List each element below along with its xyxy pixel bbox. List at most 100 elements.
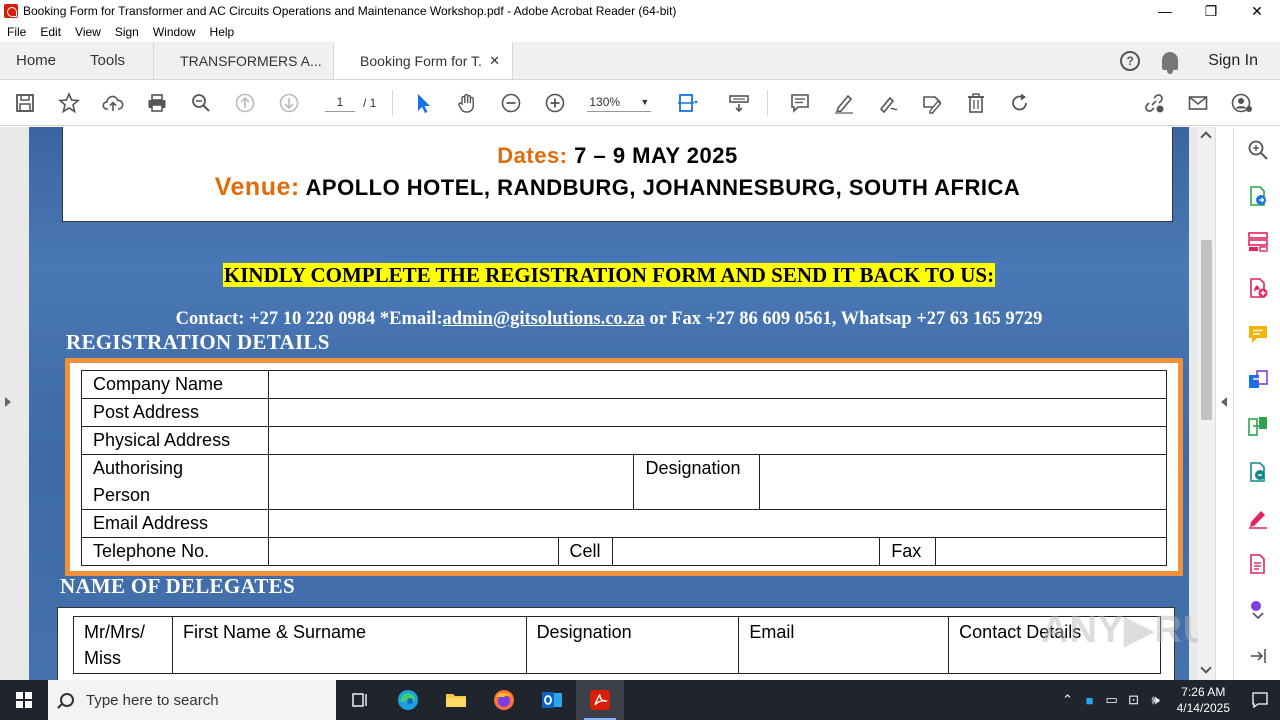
scrollbar-thumb[interactable] xyxy=(1201,240,1212,420)
upload-cloud-icon[interactable] xyxy=(91,80,135,126)
notification-center-button[interactable] xyxy=(1240,680,1280,720)
menu-view[interactable]: View xyxy=(68,25,108,39)
organize-pages-icon[interactable] xyxy=(1247,231,1269,253)
cell-field[interactable] xyxy=(611,537,881,566)
show-hidden-icons-chevron-icon[interactable]: ⌃ xyxy=(1057,692,1079,708)
email-envelope-icon[interactable] xyxy=(1176,80,1220,126)
company-name-field[interactable] xyxy=(267,370,1168,399)
tab-tools[interactable]: Tools xyxy=(72,42,153,79)
sign-in-link[interactable]: Sign In xyxy=(1208,52,1258,70)
right-panel-toggle[interactable] xyxy=(1215,127,1233,680)
zoom-in-icon[interactable] xyxy=(533,80,577,126)
menu-sign[interactable]: Sign xyxy=(108,25,146,39)
help-icon[interactable]: ? xyxy=(1120,50,1141,71)
firefox-icon xyxy=(494,690,514,710)
menu-file[interactable]: File xyxy=(0,25,33,39)
search-zoom-tool-icon[interactable] xyxy=(1247,139,1269,161)
volume-speaker-icon[interactable]: 🕪 xyxy=(1145,692,1167,708)
edge-browser-button[interactable] xyxy=(384,680,432,720)
cell-label: Cell xyxy=(557,537,613,566)
taskbar-clock[interactable]: 7:26 AM 4/14/2025 xyxy=(1177,684,1230,716)
zoom-level-dropdown[interactable]: 130% ▼ xyxy=(587,93,652,112)
acrobat-taskbar-button[interactable] xyxy=(576,680,624,720)
maximize-button[interactable]: ❐ xyxy=(1188,0,1234,22)
highlight-pen-icon[interactable] xyxy=(822,80,866,126)
close-window-button[interactable]: ✕ xyxy=(1234,0,1280,22)
network-icon[interactable]: ⊡ xyxy=(1123,692,1145,708)
create-pdf-icon[interactable] xyxy=(1247,277,1269,299)
post-address-label: Post Address xyxy=(81,398,269,427)
contact-email-link[interactable]: admin@gitsolutions.co.za xyxy=(443,309,645,329)
task-view-button[interactable] xyxy=(336,680,384,720)
email-address-field[interactable] xyxy=(267,509,1168,538)
designation-field[interactable] xyxy=(759,454,1167,510)
select-cursor-icon[interactable] xyxy=(401,80,445,126)
rotate-icon[interactable] xyxy=(998,80,1042,126)
authorising-label-line2: Person xyxy=(93,485,151,505)
fill-sign-icon[interactable] xyxy=(1247,507,1269,529)
more-tools-icon[interactable] xyxy=(1247,597,1269,619)
document-viewport[interactable]: Dates: 7 – 9 MAY 2025 Venue: APOLLO HOTE… xyxy=(20,127,1198,680)
close-tab-icon[interactable]: ✕ xyxy=(489,53,500,69)
page-number-input[interactable]: 1 xyxy=(325,93,355,112)
print-icon[interactable] xyxy=(135,80,179,126)
scroll-mode-icon[interactable] xyxy=(717,80,761,126)
toolbar-divider xyxy=(392,89,394,116)
page-total: / 1 xyxy=(363,95,377,110)
tab-home[interactable]: Home xyxy=(0,42,72,79)
menu-edit[interactable]: Edit xyxy=(33,25,68,39)
menu-help[interactable]: Help xyxy=(203,25,242,39)
instruction-banner: KINDLY COMPLETE THE REGISTRATION FORM AN… xyxy=(29,263,1189,288)
hand-tool-icon[interactable] xyxy=(445,80,489,126)
firefox-button[interactable] xyxy=(480,680,528,720)
scroll-up-arrow-icon[interactable] xyxy=(1200,131,1212,143)
collapse-pane-icon[interactable] xyxy=(1247,645,1269,667)
comment-icon[interactable] xyxy=(778,80,822,126)
clock-time: 7:26 AM xyxy=(1181,685,1226,699)
notification-bell-icon[interactable] xyxy=(1162,51,1179,74)
export-pdf-icon[interactable] xyxy=(1247,185,1269,207)
contact-suffix: or Fax +27 86 609 0561, Whatsap +27 63 1… xyxy=(644,309,1043,329)
registration-form-box: Company Name Post Address Physical Addre… xyxy=(65,358,1183,576)
zoom-search-icon[interactable] xyxy=(179,80,223,126)
zoom-out-icon[interactable] xyxy=(489,80,533,126)
network-device-icon[interactable]: ▭ xyxy=(1101,692,1123,708)
title-bar: Booking Form for Transformer and AC Circ… xyxy=(0,0,1280,22)
fax-field[interactable] xyxy=(935,537,1167,566)
outlook-tray-icon[interactable]: ■ xyxy=(1079,693,1101,708)
taskbar-search-box[interactable]: Type here to search xyxy=(48,680,336,720)
telephone-field[interactable] xyxy=(267,537,559,566)
tab-transformers-doc[interactable]: TRANSFORMERS A... xyxy=(153,42,333,79)
share-link-icon[interactable] xyxy=(1132,80,1176,126)
physical-address-field[interactable] xyxy=(267,426,1168,455)
scroll-down-arrow-icon[interactable] xyxy=(1200,662,1212,674)
previous-page-icon[interactable] xyxy=(223,80,267,126)
menu-window[interactable]: Window xyxy=(146,25,203,39)
compress-pdf-icon[interactable] xyxy=(1247,415,1269,437)
scan-ocr-icon[interactable] xyxy=(1247,461,1269,483)
notification-icon xyxy=(1252,692,1268,709)
bookmark-star-icon[interactable] xyxy=(47,80,91,126)
comment-tool-icon[interactable] xyxy=(1247,323,1269,345)
vertical-scrollbar[interactable] xyxy=(1198,127,1215,680)
start-button[interactable] xyxy=(0,680,48,720)
fit-page-icon[interactable] xyxy=(669,80,705,126)
outlook-button[interactable] xyxy=(528,680,576,720)
tab-booking-form-doc[interactable]: Booking Form for T... ✕ xyxy=(333,42,514,79)
edit-pdf-icon[interactable] xyxy=(1247,553,1269,575)
file-explorer-button[interactable] xyxy=(432,680,480,720)
minimize-button[interactable]: — xyxy=(1142,0,1188,22)
left-panel-toggle[interactable] xyxy=(0,127,20,680)
contact-prefix: Contact: +27 10 220 0984 *Email: xyxy=(175,309,443,329)
user-account-icon[interactable] xyxy=(1220,80,1264,126)
edge-icon xyxy=(398,690,418,710)
post-address-field[interactable] xyxy=(267,398,1168,427)
next-page-icon[interactable] xyxy=(267,80,311,126)
edit-text-icon[interactable] xyxy=(910,80,954,126)
authorising-person-field[interactable] xyxy=(267,454,635,510)
anyrun-watermark-logo: ANY▶RUN xyxy=(1041,609,1198,651)
draw-signature-icon[interactable] xyxy=(866,80,910,126)
delete-trash-icon[interactable] xyxy=(954,80,998,126)
combine-files-icon[interactable] xyxy=(1247,369,1269,391)
save-icon[interactable] xyxy=(3,80,47,126)
